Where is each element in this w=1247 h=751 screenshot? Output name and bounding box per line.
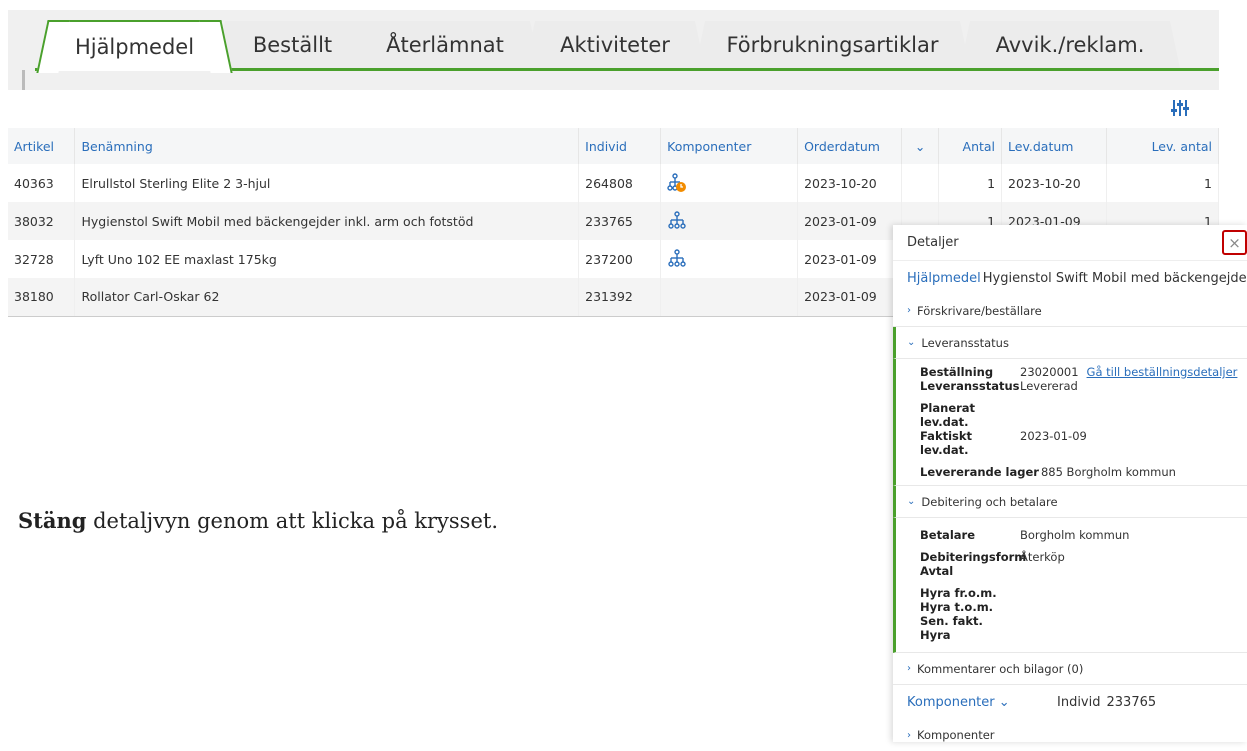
chevron-down-icon: ⌄ <box>907 337 916 348</box>
kommentarer-count: (0) <box>1067 661 1084 676</box>
chevron-down-icon: ⌄ <box>907 496 916 507</box>
leveransstatus-label: Leveransstatus <box>920 379 1020 393</box>
section-leveransstatus-label: Leveransstatus <box>921 335 1009 350</box>
bestallning-label: Beställning <box>920 365 994 379</box>
col-individ[interactable]: Individ <box>578 128 662 164</box>
instruction-bold: Stäng <box>18 508 87 533</box>
leveransstatus-value: Levererad <box>1020 379 1078 393</box>
close-icon: × <box>1228 233 1241 252</box>
cell-orderdatum: 2023-10-20 <box>797 164 903 202</box>
hyra-label: Hyra <box>920 628 951 642</box>
hierarchy-icon[interactable] <box>667 249 687 269</box>
cell-orderdatum: 2023-01-09 <box>797 278 903 317</box>
cell-orderdatum: 2023-01-09 <box>797 202 903 240</box>
column-settings-icon[interactable] <box>1170 98 1190 118</box>
cell-benamning: Elrullstol Sterling Elite 2 3-hjul <box>74 164 580 202</box>
section-kommentarer-label: Kommentarer och bilagor <box>917 661 1064 676</box>
detail-panel: Detaljer × Hjälpmedel Hygienstol Swift M… <box>893 225 1247 742</box>
debiteringsform-label: Debiteringsform <box>920 550 1027 564</box>
instruction-text: Stäng detaljvyn genom att klicka på krys… <box>18 508 498 533</box>
tab-aktiviteter[interactable]: Aktiviteter <box>540 21 690 68</box>
section-debitering[interactable]: ⌄ Debitering och betalare <box>893 486 1247 518</box>
col-levdatum[interactable]: Lev.datum <box>1001 128 1107 164</box>
individ-value: 233765 <box>1106 694 1157 710</box>
cell-komponenter <box>660 164 799 202</box>
panel-title-text: Hygienstol Swift Mobil med bäckengejder … <box>982 270 1247 286</box>
col-levantal[interactable]: Lev. antal <box>1106 128 1219 164</box>
tab-bestallt[interactable]: Beställt <box>230 21 355 68</box>
debitering-body: Betalare Borgholm kommun Debiteringsform Å… <box>893 518 1247 653</box>
section-komponenter[interactable]: › Komponenter <box>893 719 1247 751</box>
sen-fakt-label: Sen. fakt. <box>920 614 983 628</box>
cell-benamning: Lyft Uno 102 EE maxlast 175kg <box>74 240 580 278</box>
hyra-from-label: Hyra fr.o.m. <box>920 586 997 600</box>
cell-orderdatum: 2023-01-09 <box>797 240 903 278</box>
planerat-label: Planerat lev.dat. <box>920 401 976 429</box>
table-row[interactable]: 40363 Elrullstol Sterling Elite 2 3-hjul… <box>8 164 1219 202</box>
hierarchy-clock-icon[interactable] <box>667 173 687 193</box>
debiteringsform-value: Återköp <box>1020 550 1065 564</box>
section-kommentarer[interactable]: › Kommentarer och bilagor (0) <box>893 653 1247 685</box>
chevron-right-icon: › <box>907 663 911 674</box>
cell-levantal: 1 <box>1106 164 1219 202</box>
order-details-link[interactable]: Gå till beställningsdetaljer <box>1087 365 1238 379</box>
table-header-row: Artikel Benämning Individ Komponenter Or… <box>8 128 1219 164</box>
col-antal[interactable]: Antal <box>938 128 1003 164</box>
cell-individ: 231392 <box>578 278 662 317</box>
col-artikel[interactable]: Artikel <box>8 128 76 164</box>
cell-artikel: 38180 <box>8 278 76 317</box>
hierarchy-icon[interactable] <box>667 211 687 231</box>
panel-title-category[interactable]: Hjälpmedel <box>907 271 981 286</box>
section-debitering-label: Debitering och betalare <box>921 494 1058 509</box>
sort-chevron-down-icon[interactable]: ⌄ <box>901 128 940 164</box>
section-komponenter-label: Komponenter <box>917 728 995 742</box>
cell-komponenter <box>660 202 799 240</box>
cell-artikel: 32728 <box>8 240 76 278</box>
avtal-label: Avtal <box>920 564 954 578</box>
cell-benamning: Rollator Carl-Oskar 62 <box>74 278 580 317</box>
betalare-label: Betalare <box>920 528 975 542</box>
cell-komponenter <box>660 278 799 317</box>
cell-individ: 233765 <box>578 202 662 240</box>
cell-individ: 264808 <box>578 164 662 202</box>
section-leveransstatus[interactable]: ⌄ Leveransstatus <box>893 327 1247 359</box>
leveransstatus-body: Beställning 23020001 Gå till beställningsd… <box>893 359 1247 486</box>
lager-value: 885 Borgholm kommun <box>1040 465 1176 479</box>
chevron-right-icon: › <box>907 729 911 741</box>
cell-antal: 1 <box>938 164 1003 202</box>
cell-individ: 237200 <box>578 240 662 278</box>
tab-bar-edge <box>22 70 25 90</box>
cell-artikel: 40363 <box>8 164 76 202</box>
col-orderdatum[interactable]: Orderdatum <box>797 128 903 164</box>
chevron-right-icon: › <box>907 305 911 316</box>
faktiskt-value: 2023-01-09 <box>1020 429 1087 443</box>
cell-komponenter <box>660 240 799 278</box>
panel-title: Hjälpmedel Hygienstol Swift Mobil med bä… <box>893 261 1247 295</box>
col-benamning[interactable]: Benämning <box>74 128 580 164</box>
hyra-tom-label: Hyra t.o.m. <box>920 600 994 614</box>
section-forskrivare[interactable]: › Förskrivare/beställare <box>893 295 1247 327</box>
panel-header-title: Detaljer <box>907 235 959 250</box>
tab-avvik-reklam[interactable]: Avvik./reklam. <box>975 21 1165 68</box>
instruction-rest: detaljvyn genom att klicka på krysset. <box>86 509 498 533</box>
individ-label: Individ <box>1057 694 1101 710</box>
tab-forbrukningsartiklar[interactable]: Förbrukningsartiklar <box>710 21 955 68</box>
cell-benamning: Hygienstol Swift Mobil med bäckengejder … <box>74 202 580 240</box>
tab-hjalpmedel[interactable]: Hjälpmedel <box>52 20 217 71</box>
tab-bar: Återlämnat Aktiviteter Förbrukningsartik… <box>0 0 1247 90</box>
bestallning-value: 23020001 <box>1020 365 1079 379</box>
cell-levdatum: 2023-10-20 <box>1001 164 1107 202</box>
lager-label: Levererande lager <box>920 465 1039 479</box>
col-komponenter[interactable]: Komponenter <box>660 128 799 164</box>
section-forskrivare-label: Förskrivare/beställare <box>917 303 1042 318</box>
faktiskt-label: Faktiskt lev.dat. <box>920 429 973 457</box>
komponenter-row: Komponenter ⌄ Individ 233765 <box>893 685 1247 719</box>
cell-artikel: 38032 <box>8 202 76 240</box>
betalare-value: Borgholm kommun <box>1020 528 1130 542</box>
tab-aterlamnat[interactable]: Återlämnat <box>365 21 525 68</box>
panel-header: Detaljer <box>893 225 1247 261</box>
komponenter-dropdown[interactable]: Komponenter ⌄ <box>907 695 1057 710</box>
close-button[interactable]: × <box>1222 230 1247 255</box>
